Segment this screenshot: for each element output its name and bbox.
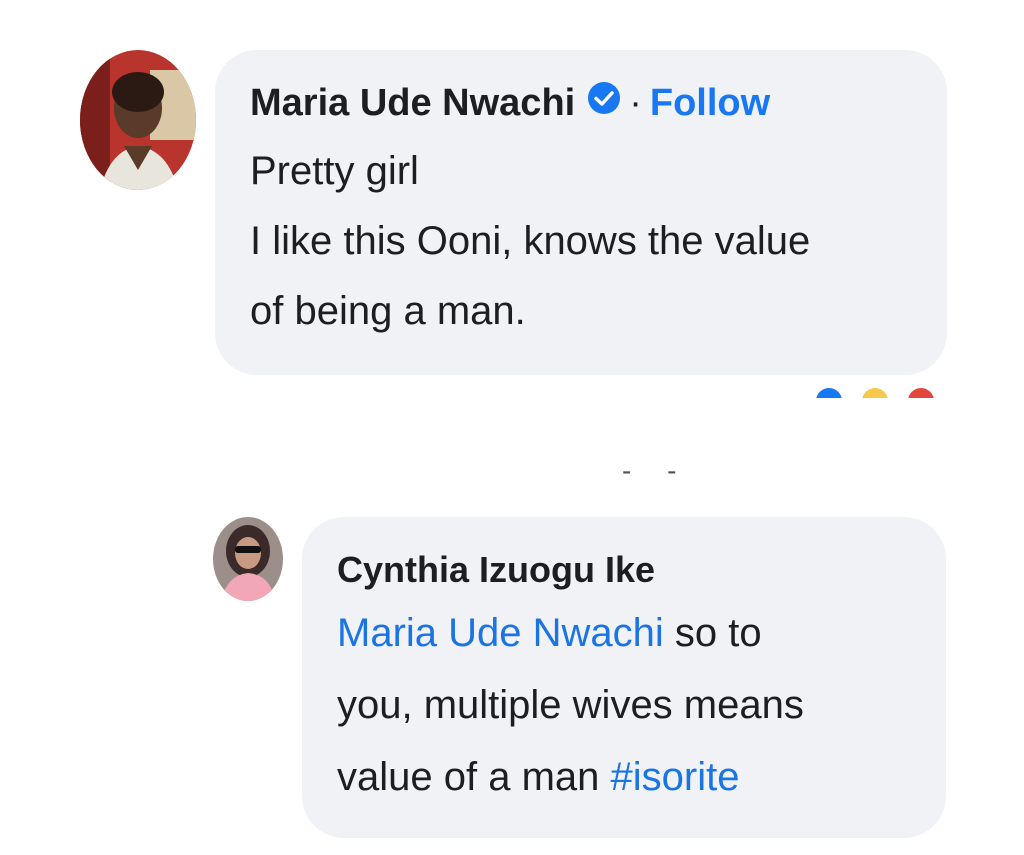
more-replies-indicator[interactable]: - - — [622, 455, 690, 487]
comment-bubble: Maria Ude Nwachi · Follow Pretty girl I … — [215, 50, 947, 375]
comment-text-fragment: value of a man — [337, 755, 611, 799]
comment-line: you, multiple wives means — [337, 683, 804, 727]
comment-line: Pretty girl — [250, 149, 419, 193]
comment-line: value of a man #isorite — [337, 741, 946, 813]
comment-line: Maria Ude Nwachi so to — [337, 597, 946, 669]
follow-button[interactable]: Follow — [650, 82, 770, 125]
author-name[interactable]: Maria Ude Nwachi — [250, 82, 575, 125]
verified-badge-icon — [587, 81, 621, 125]
comment-header: Maria Ude Nwachi · Follow — [250, 76, 947, 130]
comment-text: Maria Ude Nwachi so to you, multiple wiv… — [337, 597, 946, 813]
comment-line: of being a man. — [250, 289, 526, 333]
author-name[interactable]: Cynthia Izuogu Ike — [337, 549, 655, 591]
avatar-maria[interactable] — [80, 50, 196, 190]
love-reaction-icon — [908, 388, 934, 398]
hashtag-link[interactable]: #isorite — [611, 755, 740, 799]
comment-bubble: Cynthia Izuogu Ike Maria Ude Nwachi so t… — [302, 517, 946, 838]
reaction-icons[interactable] — [812, 388, 942, 398]
haha-reaction-icon — [862, 388, 888, 398]
like-reaction-icon — [816, 388, 842, 398]
comment-text-fragment: so to — [663, 611, 762, 655]
comment-header: Cynthia Izuogu Ike — [337, 545, 946, 595]
avatar-cynthia[interactable] — [213, 517, 283, 601]
separator-dot: · — [629, 81, 642, 124]
mention-link[interactable]: Maria Ude Nwachi — [337, 611, 664, 655]
comment-line: I like this Ooni, knows the value — [250, 219, 811, 263]
comment-text: Pretty girl I like this Ooni, knows the … — [250, 136, 947, 346]
